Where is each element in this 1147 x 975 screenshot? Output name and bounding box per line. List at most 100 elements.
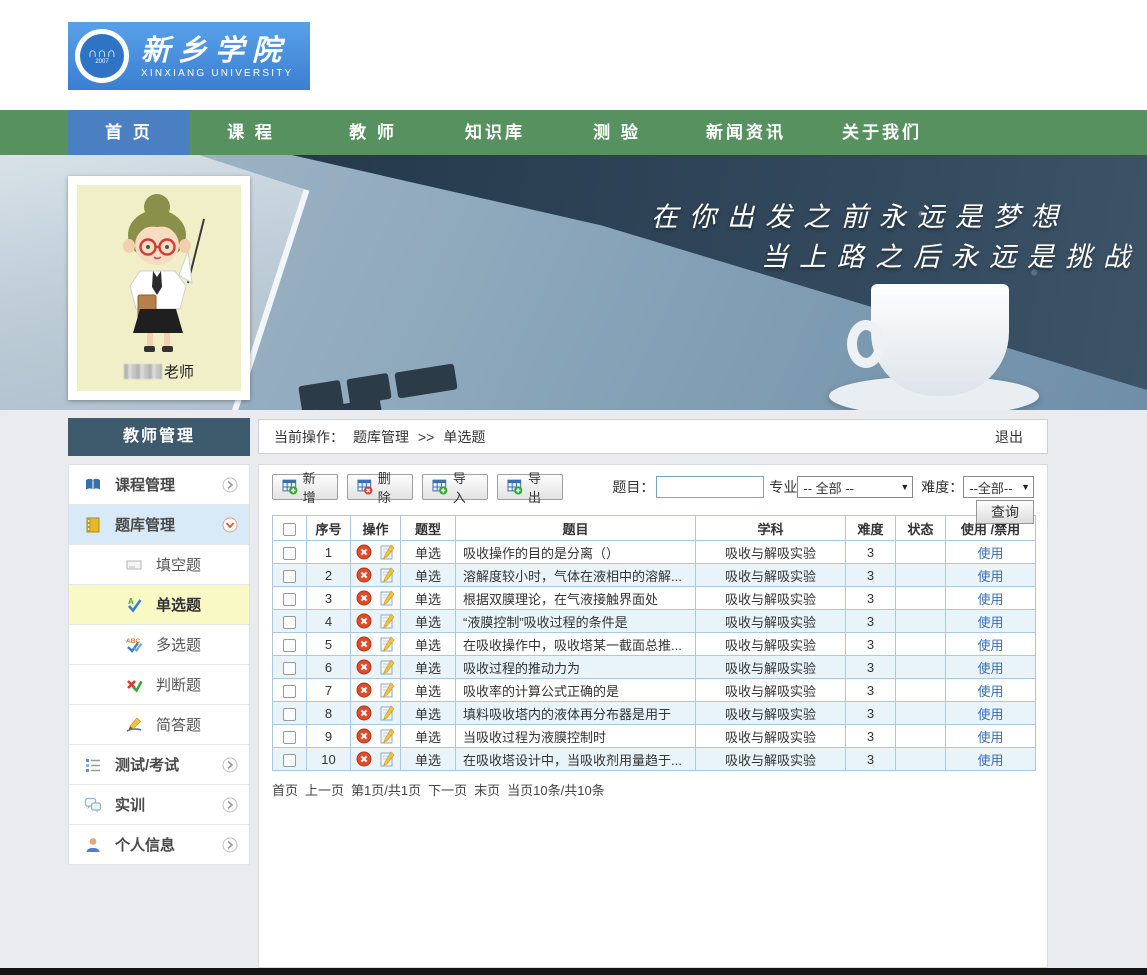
delete-row-icon[interactable] [356,636,372,652]
delete-row-icon[interactable] [356,567,372,583]
edit-row-icon[interactable] [379,728,395,744]
use-link[interactable]: 使用 [977,615,1003,630]
edit-row-icon[interactable] [379,613,395,629]
use-link[interactable]: 使用 [977,661,1003,676]
keyboard-key [394,363,457,398]
delete-row-icon[interactable] [356,544,372,560]
use-link[interactable]: 使用 [977,684,1003,699]
edit-row-icon[interactable] [379,682,395,698]
pagination-page-info: 第1页/共1页 [351,780,421,799]
edit-row-icon[interactable] [379,590,395,606]
sidebar-item-single-choice[interactable]: A 单选题 [69,585,249,625]
add-button[interactable]: 新增 [272,474,338,500]
use-link[interactable]: 使用 [977,707,1003,722]
edit-row-icon[interactable] [379,751,395,767]
row-checkbox[interactable] [283,639,296,652]
row-checkbox[interactable] [283,754,296,767]
use-link[interactable]: 使用 [977,638,1003,653]
export-button[interactable]: 导出 [497,474,563,500]
pagination-prev[interactable]: 上一页 [305,780,344,799]
delete-button-icon [357,479,373,495]
row-difficulty: 3 [846,587,896,610]
row-status [896,587,946,610]
delete-row-icon[interactable] [356,751,372,767]
delete-row-icon[interactable] [356,705,372,721]
edit-row-icon[interactable] [379,705,395,721]
row-checkbox[interactable] [283,570,296,583]
sidebar-item-short-answer[interactable]: 简答题 [69,705,249,745]
blank-field-icon [125,556,143,574]
nav-item-courses[interactable]: 课 程 [190,110,312,155]
edit-row-icon[interactable] [379,659,395,675]
row-checkbox[interactable] [283,708,296,721]
delete-row-icon[interactable] [356,728,372,744]
chevron-right-icon [222,837,238,853]
delete-row-icon[interactable] [356,590,372,606]
sidebar-item-label: 多选题 [156,634,201,655]
sidebar-title: 教师管理 [68,418,250,456]
row-status [896,541,946,564]
import-button[interactable]: 导入 [422,474,488,500]
title-filter-input[interactable] [656,476,764,498]
row-subject: 吸收与解吸实验 [696,633,846,656]
row-question-title: 吸收过程的推动力为 [456,656,696,679]
delete-row-icon[interactable] [356,659,372,675]
row-difficulty: 3 [846,748,896,771]
nav-item-knowledge[interactable]: 知识库 [434,110,556,155]
sidebar-item-multi-choice[interactable]: ABC 多选题 [69,625,249,665]
sidebar-item-profile[interactable]: 个人信息 [69,825,249,865]
teacher-avatar [100,191,218,353]
edit-row-icon[interactable] [379,636,395,652]
search-button[interactable]: 查询 [976,500,1034,524]
sidebar-item-question-bank[interactable]: 题库管理 [69,505,249,545]
sidebar-item-true-false[interactable]: 判断题 [69,665,249,705]
use-link[interactable]: 使用 [977,592,1003,607]
delete-row-icon[interactable] [356,682,372,698]
university-name-cn: 新乡学院 [141,34,293,66]
sidebar-item-course-mgmt[interactable]: 课程管理 [69,465,249,505]
nav-item-teachers[interactable]: 教 师 [312,110,434,155]
major-filter-select[interactable]: -- 全部 -- ▼ [797,476,913,498]
pagination-last[interactable]: 末页 [474,780,500,799]
row-question-title: 在吸收操作中，吸收塔某一截面总推... [456,633,696,656]
breadcrumb-current: 单选题 [443,427,485,447]
select-all-checkbox[interactable] [283,523,296,536]
pagination-first[interactable]: 首页 [272,780,298,799]
difficulty-filter-select[interactable]: --全部-- ▼ [963,476,1034,498]
nav-item-news[interactable]: 新闻资讯 [678,110,814,155]
row-checkbox[interactable] [283,616,296,629]
row-difficulty: 3 [846,702,896,725]
use-link[interactable]: 使用 [977,730,1003,745]
col-header-status: 状态 [896,516,946,541]
delete-button[interactable]: 删除 [347,474,413,500]
sidebar-item-practice[interactable]: 实训 [69,785,249,825]
sidebar-item-label: 个人信息 [115,834,175,855]
edit-row-icon[interactable] [379,567,395,583]
nav-item-about[interactable]: 关于我们 [814,110,950,155]
row-question-type: 单选 [401,541,456,564]
row-checkbox[interactable] [283,593,296,606]
export-button-label: 导出 [528,468,553,506]
row-checkbox[interactable] [283,685,296,698]
use-link[interactable]: 使用 [977,569,1003,584]
row-status [896,679,946,702]
row-checkbox[interactable] [283,662,296,675]
delete-row-icon[interactable] [356,613,372,629]
row-status [896,633,946,656]
list-icon [84,756,102,774]
use-link[interactable]: 使用 [977,753,1003,768]
row-number: 6 [307,656,351,679]
use-link[interactable]: 使用 [977,546,1003,561]
row-checkbox[interactable] [283,731,296,744]
logout-button[interactable]: 退出 [995,427,1023,447]
nav-item-home[interactable]: 首 页 [68,110,190,155]
nav-item-tests[interactable]: 测 验 [556,110,678,155]
row-status [896,748,946,771]
row-checkbox[interactable] [283,547,296,560]
edit-row-icon[interactable] [379,544,395,560]
sidebar-item-tests-exams[interactable]: 测试/考试 [69,745,249,785]
row-number: 8 [307,702,351,725]
university-logo: ∩∩∩ 2007 新乡学院 XINXIANG UNIVERSITY [68,22,310,90]
pagination-next[interactable]: 下一页 [428,780,467,799]
sidebar-item-fill-blank[interactable]: 填空题 [69,545,249,585]
